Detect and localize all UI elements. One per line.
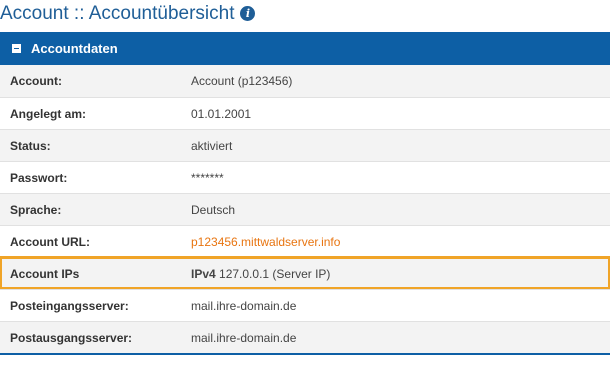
row-value: mail.ihre-domain.de bbox=[191, 330, 297, 345]
row-value: Deutsch bbox=[191, 202, 236, 217]
row-label: Passwort: bbox=[10, 170, 68, 185]
row-label: Account: bbox=[10, 74, 62, 88]
row-account-ips: Account IPs IPv4 127.0.0.1 (Server IP) bbox=[0, 256, 610, 290]
row-postausgangsserver: Postausgangsserver: mail.ihre-domain.de bbox=[0, 321, 610, 353]
row-label: Account URL: bbox=[10, 234, 90, 249]
page-title-text: Account :: Accountübersicht bbox=[0, 3, 235, 24]
row-label: Account IPs bbox=[10, 266, 80, 281]
row-value: Account (p123456) bbox=[191, 74, 293, 88]
row-value: 01.01.2001 bbox=[191, 106, 252, 121]
ip-address: 127.0.0.1 (Server IP) bbox=[219, 266, 331, 281]
panel-title: Accountdaten bbox=[31, 41, 118, 56]
row-account-url: Account URL: p123456.mittwaldserver.info bbox=[0, 225, 610, 257]
row-label: Angelegt am: bbox=[10, 106, 87, 121]
accountdaten-panel: Accountdaten Account: Account (p123456) … bbox=[0, 32, 610, 355]
ip-version-label: IPv4 bbox=[191, 266, 216, 281]
account-url-link[interactable]: p123456.mittwaldserver.info bbox=[191, 235, 610, 249]
row-status: Status: aktiviert bbox=[0, 129, 610, 161]
collapse-icon[interactable] bbox=[12, 44, 21, 53]
row-value: mail.ihre-domain.de bbox=[191, 298, 297, 313]
row-label: Postausgangsserver: bbox=[10, 330, 133, 345]
row-label: Status: bbox=[10, 138, 51, 153]
account-details-table: Account: Account (p123456) Angelegt am: … bbox=[0, 65, 610, 355]
row-label: Sprache: bbox=[10, 202, 62, 217]
info-icon[interactable]: i bbox=[240, 6, 256, 21]
row-label: Posteingangsserver: bbox=[10, 298, 129, 313]
row-passwort: Passwort: ******* bbox=[0, 161, 610, 193]
row-value: aktiviert bbox=[191, 138, 233, 153]
row-sprache: Sprache: Deutsch bbox=[0, 193, 610, 225]
row-account: Account: Account (p123456) bbox=[0, 65, 610, 97]
panel-header[interactable]: Accountdaten bbox=[0, 32, 610, 65]
row-posteingangsserver: Posteingangsserver: mail.ihre-domain.de bbox=[0, 289, 610, 321]
page-title: Account :: Accountübersicht i bbox=[0, 0, 256, 30]
row-angelegt-am: Angelegt am: 01.01.2001 bbox=[0, 97, 610, 129]
row-value: IPv4 127.0.0.1 (Server IP) bbox=[191, 267, 610, 281]
row-value: ******* bbox=[191, 170, 224, 185]
